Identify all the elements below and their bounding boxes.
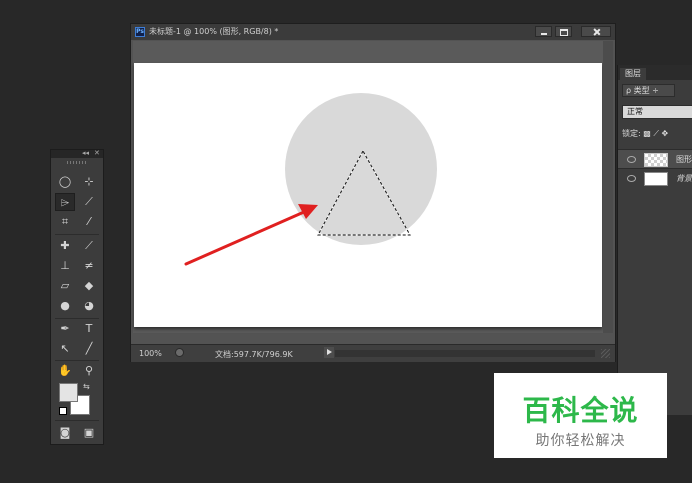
red-annotation-arrow [184,210,306,266]
red-arrow-head-icon [298,204,318,219]
watermark-title: 百科全说 [522,394,639,427]
watermark-box: 百科全说 助你轻松解决 [494,373,667,458]
watermark-subtitle: 助你轻松解决 [535,433,626,449]
